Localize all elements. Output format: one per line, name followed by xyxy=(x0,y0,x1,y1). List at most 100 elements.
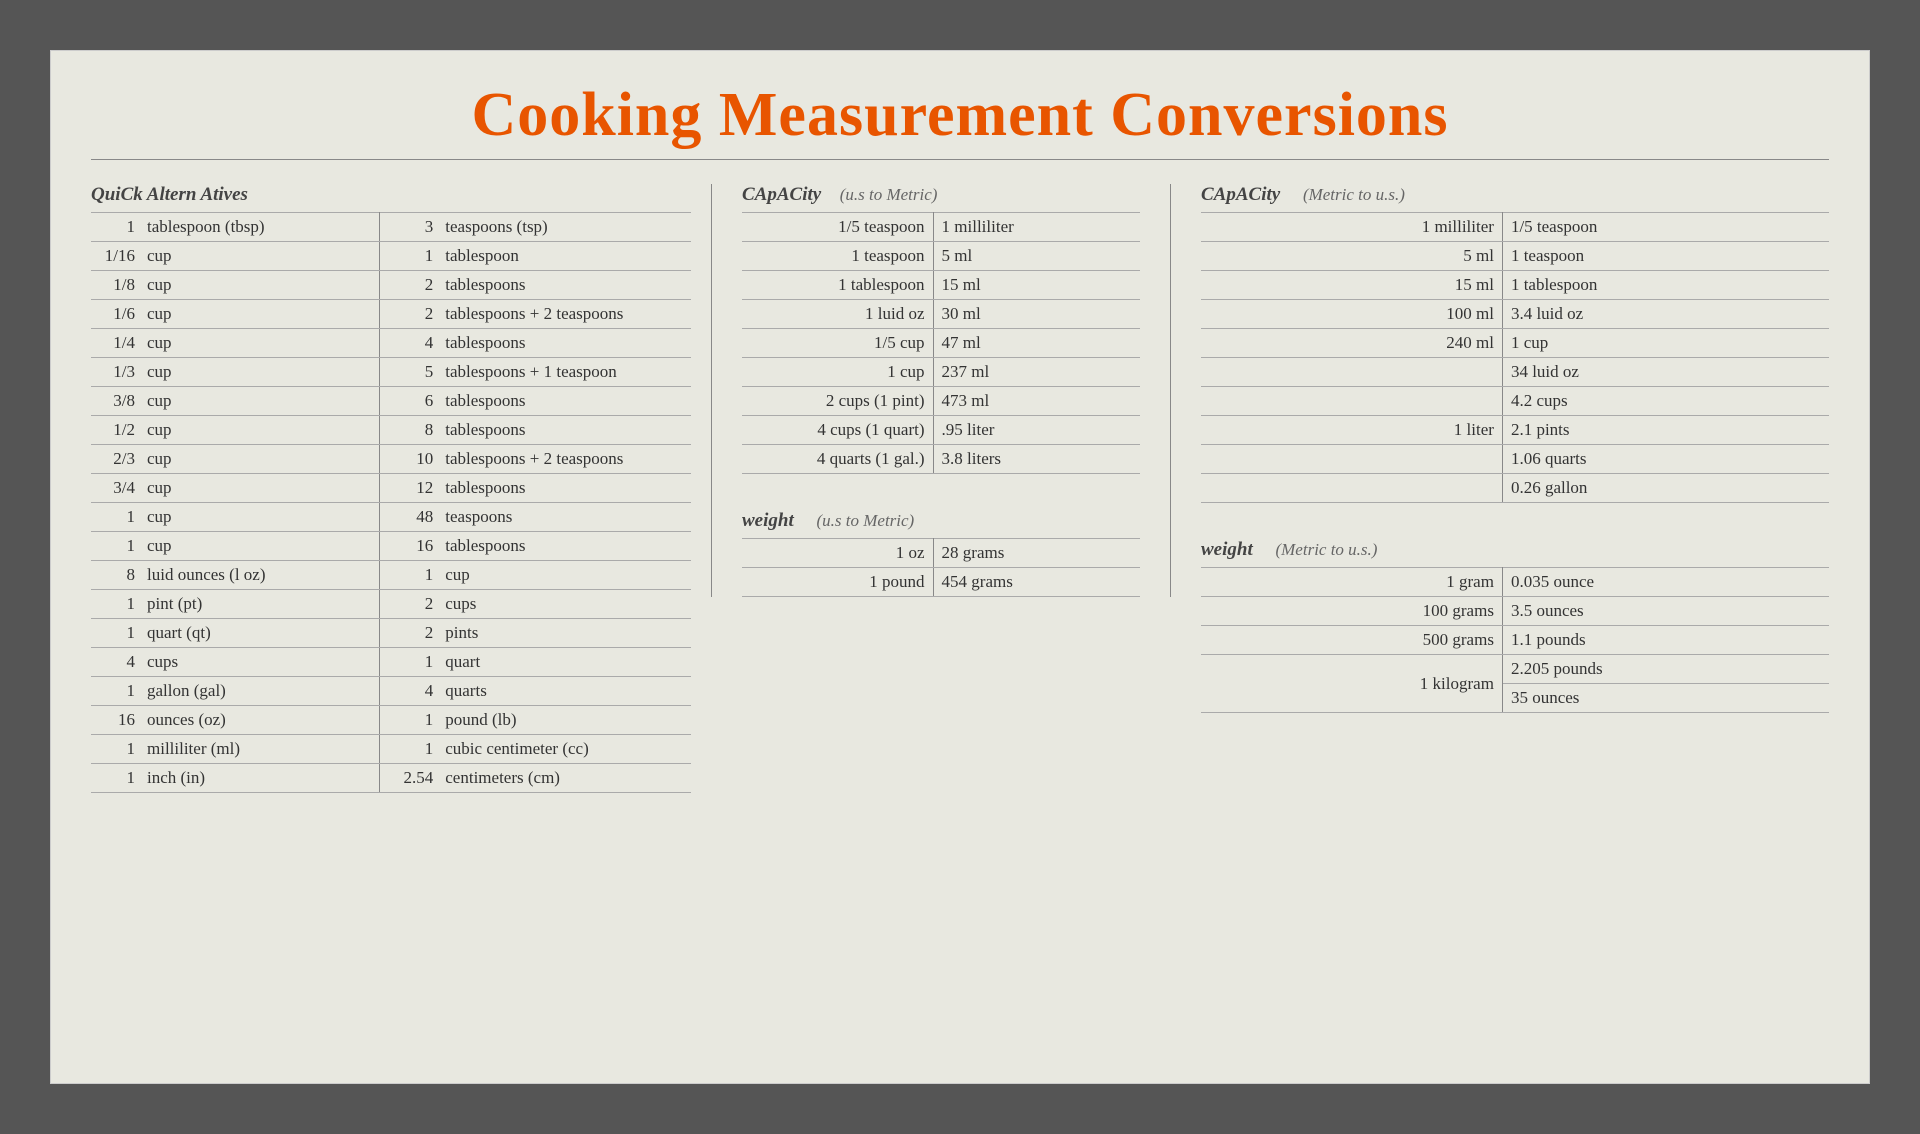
center-cap-row: 1 tablespoon 15 ml xyxy=(742,271,1140,300)
left-table-row: 1/4 cup 4 tablespoons xyxy=(91,329,691,358)
cap-right: 3.8 liters xyxy=(933,445,1140,474)
left-num: 1/3 xyxy=(91,358,141,387)
quick-alternatives-table: 1 tablespoon (tbsp) 3 teaspoons (tsp) 1/… xyxy=(91,212,691,793)
right-num: 2 xyxy=(379,590,439,619)
left-num: 1 xyxy=(91,677,141,706)
left-section-header: QuiCk Altern Atives xyxy=(91,184,248,206)
center-capacity-subheader: (u.s to Metric) xyxy=(831,185,937,205)
right-cap-left: 1 liter xyxy=(1201,416,1502,445)
right-weight-row: 1 kilogram2.205 pounds xyxy=(1201,655,1829,684)
center-weight-header: weight xyxy=(742,510,794,532)
left-table-row: 1 cup 16 tablespoons xyxy=(91,532,691,561)
right-weight-header: weight xyxy=(1201,539,1253,561)
right-weight-header-row: weight (Metric to u.s.) xyxy=(1201,539,1829,561)
right-unit: cups xyxy=(439,590,691,619)
right-weight-right: 3.5 ounces xyxy=(1502,597,1829,626)
right-capacity-header-row: CApACity (Metric to u.s.) xyxy=(1201,184,1829,206)
right-unit: tablespoons xyxy=(439,416,691,445)
left-unit: cup xyxy=(141,445,379,474)
right-num: 10 xyxy=(379,445,439,474)
right-cap-row: 4.2 cups xyxy=(1201,387,1829,416)
right-unit: tablespoons xyxy=(439,474,691,503)
left-table-row: 1 pint (pt) 2 cups xyxy=(91,590,691,619)
cap-right: 1 milliliter xyxy=(933,213,1140,242)
right-unit: pints xyxy=(439,619,691,648)
right-num: 16 xyxy=(379,532,439,561)
cap-right: 5 ml xyxy=(933,242,1140,271)
center-cap-row: 1/5 teaspoon 1 milliliter xyxy=(742,213,1140,242)
left-num: 2/3 xyxy=(91,445,141,474)
left-num: 1/4 xyxy=(91,329,141,358)
center-weight-header-row: weight (u.s to Metric) xyxy=(742,510,1140,532)
left-num: 1 xyxy=(91,764,141,793)
left-num: 4 xyxy=(91,648,141,677)
center-weight-table: 1 oz 28 grams 1 pound 454 grams xyxy=(742,538,1140,597)
left-table-row: 2/3 cup 10 tablespoons + 2 teaspoons xyxy=(91,445,691,474)
right-cap-left xyxy=(1201,387,1502,416)
right-cap-right: 1/5 teaspoon xyxy=(1502,213,1829,242)
title-divider xyxy=(91,159,1829,160)
left-table-row: 4 cups 1 quart xyxy=(91,648,691,677)
right-weight-row: 1 gram0.035 ounce xyxy=(1201,568,1829,597)
right-unit: quart xyxy=(439,648,691,677)
left-table-row: 3/4 cup 12 tablespoons xyxy=(91,474,691,503)
center-cap-row: 4 cups (1 quart) .95 liter xyxy=(742,416,1140,445)
right-unit: cubic centimeter (cc) xyxy=(439,735,691,764)
center-cap-row: 2 cups (1 pint) 473 ml xyxy=(742,387,1140,416)
left-unit: cup xyxy=(141,416,379,445)
weight-right: 28 grams xyxy=(933,539,1140,568)
cap-right: .95 liter xyxy=(933,416,1140,445)
center-cap-row: 1 luid oz 30 ml xyxy=(742,300,1140,329)
left-num: 1/2 xyxy=(91,416,141,445)
page-title: Cooking Measurement Conversions xyxy=(91,81,1829,149)
right-cap-right: 1.06 quarts xyxy=(1502,445,1829,474)
right-num: 2 xyxy=(379,300,439,329)
right-num: 2.54 xyxy=(379,764,439,793)
right-cap-right: 0.26 gallon xyxy=(1502,474,1829,503)
right-num: 2 xyxy=(379,271,439,300)
right-cap-right: 2.1 pints xyxy=(1502,416,1829,445)
left-header-row: QuiCk Altern Atives xyxy=(91,184,691,206)
right-cap-left xyxy=(1201,358,1502,387)
right-unit: tablespoons + 1 teaspoon xyxy=(439,358,691,387)
left-unit: cup xyxy=(141,358,379,387)
right-unit: tablespoons xyxy=(439,271,691,300)
weight-left: 1 oz xyxy=(742,539,933,568)
right-num: 8 xyxy=(379,416,439,445)
right-weight-left: 100 grams xyxy=(1201,597,1502,626)
left-table-row: 1 cup 48 teaspoons xyxy=(91,503,691,532)
left-table-row: 1/8 cup 2 tablespoons xyxy=(91,271,691,300)
left-num: 1 xyxy=(91,213,141,242)
left-table-row: 1 quart (qt) 2 pints xyxy=(91,619,691,648)
right-unit: tablespoons + 2 teaspoons xyxy=(439,445,691,474)
cap-right: 15 ml xyxy=(933,271,1140,300)
left-num: 1 xyxy=(91,503,141,532)
left-unit: cup xyxy=(141,242,379,271)
right-cap-left: 100 ml xyxy=(1201,300,1502,329)
right-num: 2 xyxy=(379,619,439,648)
cap-right: 473 ml xyxy=(933,387,1140,416)
right-weight-left: 1 kilogram xyxy=(1201,655,1502,713)
cap-left: 4 cups (1 quart) xyxy=(742,416,933,445)
cap-left: 1/5 cup xyxy=(742,329,933,358)
center-weight-row: 1 oz 28 grams xyxy=(742,539,1140,568)
left-num: 1/6 xyxy=(91,300,141,329)
cap-left: 1 luid oz xyxy=(742,300,933,329)
right-weight-left: 500 grams xyxy=(1201,626,1502,655)
center-weight-row: 1 pound 454 grams xyxy=(742,568,1140,597)
left-unit: cup xyxy=(141,474,379,503)
right-num: 1 xyxy=(379,706,439,735)
right-num: 1 xyxy=(379,242,439,271)
right-unit: pound (lb) xyxy=(439,706,691,735)
right-num: 6 xyxy=(379,387,439,416)
center-capacity-header-row: CApACity (u.s to Metric) xyxy=(742,184,1140,206)
right-cap-left: 5 ml xyxy=(1201,242,1502,271)
weight-right: 454 grams xyxy=(933,568,1140,597)
right-unit: tablespoons xyxy=(439,387,691,416)
left-table-row: 1 milliliter (ml) 1 cubic centimeter (cc… xyxy=(91,735,691,764)
right-unit: tablespoon xyxy=(439,242,691,271)
center-capacity-header: CApACity xyxy=(742,184,821,206)
right-cap-left xyxy=(1201,445,1502,474)
right-capacity-subheader: (Metric to u.s.) xyxy=(1290,185,1405,205)
center-weight-subheader: (u.s to Metric) xyxy=(804,511,914,531)
